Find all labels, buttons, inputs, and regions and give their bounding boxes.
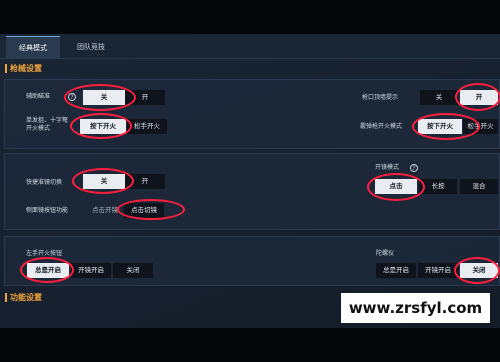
card-fire-gyro bbox=[4, 236, 500, 286]
left-fire-scope-button[interactable]: 开镜开启 bbox=[71, 263, 111, 278]
muzzle-hint-label: 枪口顶墙提示 bbox=[362, 94, 399, 101]
assist-aim-off-button[interactable]: 关 bbox=[83, 90, 125, 105]
left-fire-always-button[interactable]: 总是开启 bbox=[27, 263, 69, 278]
left-fire-off-button[interactable]: 关闭 bbox=[113, 263, 153, 278]
gyro-off-button[interactable]: 关闭 bbox=[460, 263, 498, 278]
tab-classic-mode[interactable]: 经典模式 bbox=[6, 36, 60, 59]
single-fire-press-button[interactable]: 按下开火 bbox=[80, 119, 126, 134]
side-scope-open-button[interactable]: 点击开镜 bbox=[86, 203, 124, 218]
gyro-scope-button[interactable]: 开镜开启 bbox=[418, 263, 458, 278]
section-title-function: 功能设置 bbox=[5, 293, 42, 302]
left-fire-label: 左手开火按钮 bbox=[26, 250, 63, 257]
single-fire-label: 单发狙、十字弩开火模式 bbox=[26, 117, 69, 132]
gyro-always-button[interactable]: 总是开启 bbox=[376, 263, 416, 278]
muzzle-hint-off-button[interactable]: 关 bbox=[420, 90, 458, 105]
scope-mode-label: 开镜模式 bbox=[375, 164, 400, 171]
shotgun-fire-press-button[interactable]: 按下开火 bbox=[418, 119, 462, 134]
muzzle-hint-on-button[interactable]: 开 bbox=[460, 90, 498, 105]
shotgun-fire-release-button[interactable]: 松手开火 bbox=[463, 119, 498, 134]
shotgun-fire-label: 霰弹枪开火模式 bbox=[360, 123, 403, 130]
top-black-strip bbox=[0, 0, 500, 34]
bottom-black-strip bbox=[0, 328, 500, 362]
help-icon[interactable]: ? bbox=[68, 93, 76, 101]
section-title-weapon: 枪械设置 bbox=[5, 64, 42, 73]
scope-mode-hold-button[interactable]: 长按 bbox=[419, 179, 457, 194]
side-scope-label: 侧面镜按钮功能 bbox=[26, 207, 69, 214]
gyro-label: 陀螺仪 bbox=[376, 250, 395, 257]
scope-mode-tap-button[interactable]: 点击 bbox=[375, 179, 417, 194]
assist-aim-on-button[interactable]: 开 bbox=[125, 90, 165, 105]
quick-scope-label: 快捷准镜切换 bbox=[26, 179, 63, 186]
scope-mode-mixed-button[interactable]: 混合 bbox=[460, 179, 498, 194]
help-icon[interactable]: ? bbox=[410, 164, 418, 172]
mode-tabs: 经典模式 团队竞技 bbox=[0, 36, 500, 59]
side-scope-switch-button[interactable]: 点击切镜 bbox=[124, 203, 164, 218]
single-fire-release-button[interactable]: 松手开火 bbox=[127, 119, 167, 134]
quick-scope-off-button[interactable]: 关 bbox=[83, 174, 125, 189]
tab-team-deathmatch[interactable]: 团队竞技 bbox=[64, 36, 118, 58]
watermark: www.zrsfyl.com bbox=[341, 293, 490, 323]
quick-scope-on-button[interactable]: 开 bbox=[125, 174, 165, 189]
assist-aim-label: 辅助瞄准 bbox=[26, 93, 51, 100]
